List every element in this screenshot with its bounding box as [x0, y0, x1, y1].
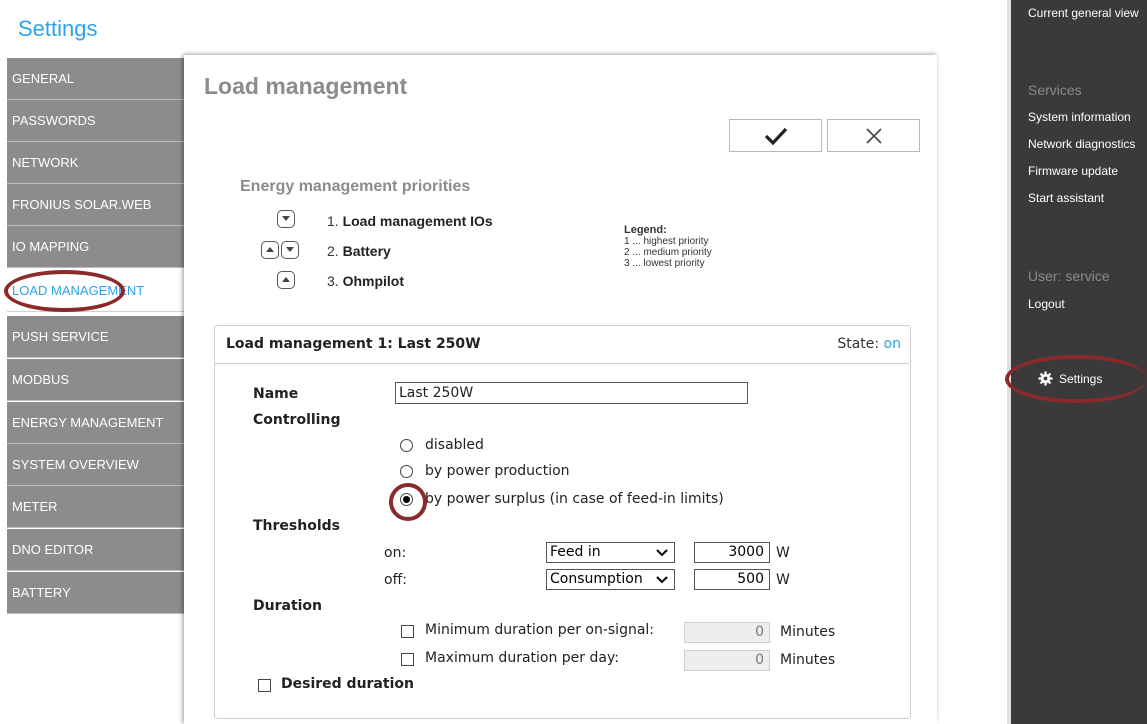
- max-duration-input[interactable]: 0: [684, 650, 770, 671]
- current-general-view-link[interactable]: Current general view: [1028, 6, 1139, 20]
- duration-label: Duration: [253, 598, 323, 614]
- max-duration-checkbox[interactable]: [401, 653, 414, 666]
- threshold-off-select[interactable]: Consumption: [546, 569, 675, 590]
- radio-by-power-production[interactable]: [400, 465, 413, 478]
- service-network-diagnostics[interactable]: Network diagnostics: [1028, 137, 1135, 151]
- priority-3-up-button[interactable]: [277, 271, 295, 289]
- nav-item-system-overview[interactable]: SYSTEM OVERVIEW: [7, 444, 184, 486]
- arrow-down-icon: [282, 216, 290, 221]
- priority-item-3: 3. Ohmpilot: [327, 273, 404, 289]
- threshold-off-value[interactable]: 500: [694, 569, 770, 590]
- threshold-on-select[interactable]: Feed in: [546, 542, 675, 563]
- name-input[interactable]: Last 250W: [395, 382, 748, 404]
- check-icon: [764, 127, 787, 145]
- desired-duration-checkbox[interactable]: [258, 679, 271, 692]
- gear-icon: [1038, 371, 1053, 386]
- min-duration-checkbox[interactable]: [401, 625, 414, 638]
- radio-by-power-surplus-label: by power surplus (in case of feed-in lim…: [425, 491, 724, 507]
- threshold-on-select-value: Feed in: [550, 544, 601, 560]
- service-firmware-update[interactable]: Firmware update: [1028, 164, 1118, 178]
- name-label: Name: [253, 386, 299, 402]
- threshold-on-unit: W: [776, 545, 790, 561]
- nav-item-battery[interactable]: BATTERY: [7, 572, 184, 614]
- app-title: Settings: [18, 16, 98, 41]
- load-management-card-header: Load management 1: Last 250W State: on: [214, 325, 909, 364]
- right-panel: [1007, 0, 1147, 724]
- priority-2-down-button[interactable]: [281, 241, 299, 259]
- service-system-information[interactable]: System information: [1028, 110, 1131, 124]
- priority-1-down-button[interactable]: [277, 210, 295, 228]
- threshold-off-select-value: Consumption: [550, 571, 643, 587]
- priority-number: 2.: [327, 243, 339, 259]
- priority-label: Ohmpilot: [342, 273, 405, 289]
- nav-item-push-service[interactable]: PUSH SERVICE: [7, 316, 184, 358]
- priority-legend: Legend: 1 ... highest priority 2 ... med…: [624, 224, 712, 270]
- chevron-down-icon: [656, 549, 668, 557]
- priority-label: Battery: [342, 243, 391, 259]
- nav-item-meter[interactable]: METER: [7, 486, 184, 528]
- priority-label: Load management IOs: [342, 213, 493, 229]
- priority-item-1: 1. Load management IOs: [327, 213, 493, 229]
- arrow-up-icon: [282, 277, 290, 282]
- nav-item-passwords[interactable]: PASSWORDS: [7, 100, 184, 142]
- radio-by-power-production-label: by power production: [425, 463, 570, 479]
- confirm-button[interactable]: [729, 119, 822, 152]
- thresholds-label: Thresholds: [253, 518, 340, 534]
- nav-item-io-mapping[interactable]: IO MAPPING: [7, 226, 184, 268]
- user-label: User: service: [1028, 268, 1110, 284]
- priority-number: 1.: [327, 213, 339, 229]
- threshold-off-unit: W: [776, 572, 790, 588]
- nav-item-general[interactable]: GENERAL: [7, 58, 184, 100]
- nav-item-dno-editor[interactable]: DNO EDITOR: [7, 529, 184, 571]
- nav-item-load-management[interactable]: LOAD MANAGEMENT: [7, 270, 184, 312]
- threshold-on-label: on:: [384, 545, 407, 561]
- radio-disabled-label: disabled: [425, 437, 484, 453]
- legend-title: Legend:: [624, 224, 667, 236]
- min-duration-unit: Minutes: [780, 624, 836, 640]
- card-title: Load management 1: Last 250W: [226, 336, 481, 352]
- close-icon: [865, 127, 882, 144]
- threshold-on-value[interactable]: 3000: [694, 542, 770, 563]
- chevron-down-icon: [656, 576, 668, 584]
- priority-number: 3.: [327, 273, 339, 289]
- service-start-assistant[interactable]: Start assistant: [1028, 191, 1104, 205]
- min-duration-input[interactable]: 0: [684, 622, 770, 643]
- priority-2-up-button[interactable]: [261, 241, 279, 259]
- controlling-label: Controlling: [253, 412, 341, 428]
- settings-link[interactable]: Settings: [1038, 371, 1102, 386]
- nav-item-energy-management[interactable]: ENERGY MANAGEMENT: [7, 402, 184, 444]
- max-duration-unit: Minutes: [780, 652, 836, 668]
- max-duration-label: Maximum duration per day:: [425, 650, 619, 666]
- legend-line: 3 ... lowest priority: [624, 258, 705, 269]
- nav-item-network[interactable]: NETWORK: [7, 142, 184, 184]
- priority-item-2: 2. Battery: [327, 243, 391, 259]
- radio-by-power-surplus[interactable]: [400, 493, 413, 506]
- page-title: Load management: [204, 73, 408, 99]
- cancel-button[interactable]: [827, 119, 920, 152]
- priorities-title: Energy management priorities: [240, 178, 471, 195]
- state-label: State:: [837, 336, 880, 352]
- desired-duration-label: Desired duration: [281, 676, 414, 692]
- arrow-down-icon: [286, 247, 294, 252]
- services-heading: Services: [1028, 82, 1082, 98]
- legend-line: 2 ... medium priority: [624, 247, 712, 258]
- threshold-off-label: off:: [384, 572, 407, 588]
- card-state: State: on: [837, 336, 901, 352]
- state-value: on: [883, 336, 901, 352]
- legend-line: 1 ... highest priority: [624, 236, 709, 247]
- nav-item-modbus[interactable]: MODBUS: [7, 359, 184, 401]
- logout-link[interactable]: Logout: [1028, 297, 1065, 311]
- min-duration-label: Minimum duration per on-signal:: [425, 622, 655, 638]
- nav-item-fronius-solar-web[interactable]: FRONIUS SOLAR.WEB: [7, 184, 184, 226]
- settings-link-label: Settings: [1059, 371, 1103, 386]
- arrow-up-icon: [266, 247, 274, 252]
- radio-disabled[interactable]: [400, 439, 413, 452]
